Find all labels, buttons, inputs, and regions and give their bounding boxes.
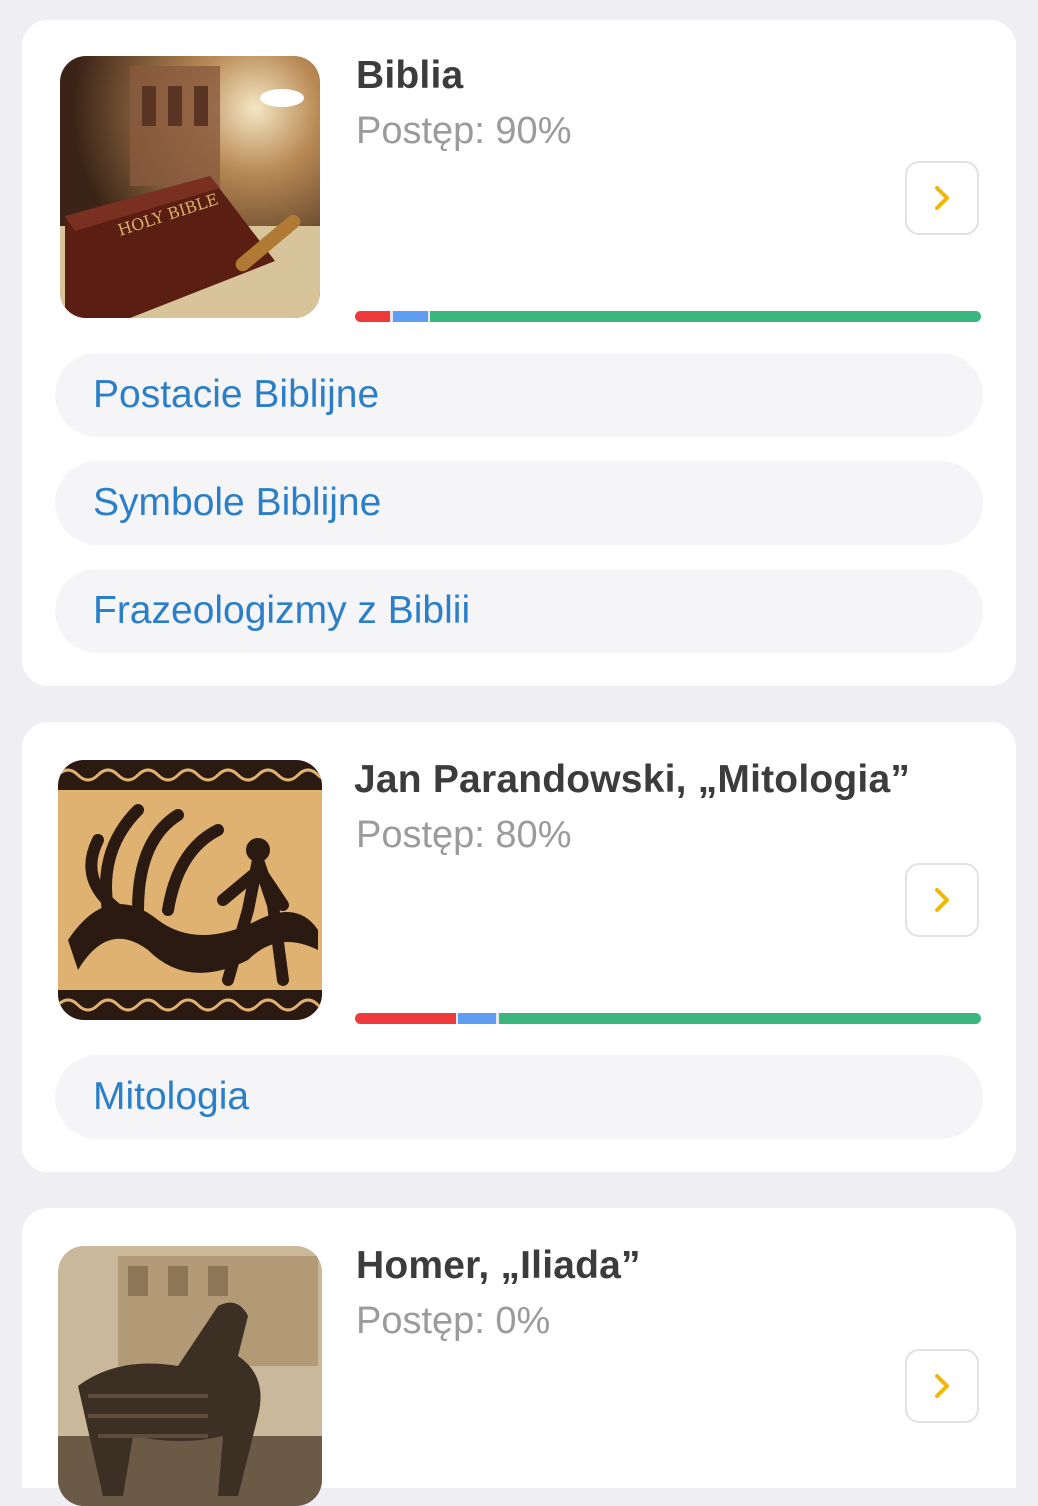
trojan-horse-image	[58, 1246, 322, 1506]
course-title: Biblia	[356, 54, 464, 97]
course-card-iliada[interactable]: Homer, „Iliada” Postęp: 0%	[22, 1208, 1016, 1506]
topic-link[interactable]: Symbole Biblijne	[55, 461, 983, 545]
progress-segment-red	[355, 1013, 456, 1024]
chevron-right-icon	[935, 1374, 949, 1398]
course-title: Homer, „Iliada”	[356, 1244, 641, 1287]
progress-segment-blue	[392, 311, 428, 322]
progress-bar	[355, 1013, 981, 1024]
course-card-biblia[interactable]: HOLY BIBLE Biblia Postęp: 90% Postacie B…	[22, 20, 1016, 686]
progress-segment-green	[498, 1013, 981, 1024]
progress-label: Postęp: 90%	[356, 110, 572, 152]
open-course-button[interactable]	[905, 161, 979, 235]
progress-bar	[355, 311, 981, 322]
hydra-image	[58, 760, 322, 1020]
course-title: Jan Parandowski, „Mitologia”	[354, 758, 911, 801]
chevron-right-icon	[935, 888, 949, 912]
open-course-button[interactable]	[905, 863, 979, 937]
open-course-button[interactable]	[905, 1349, 979, 1423]
course-card-mitologia[interactable]: Jan Parandowski, „Mitologia” Postęp: 80%…	[22, 722, 1016, 1172]
progress-segment-green	[430, 311, 981, 322]
chevron-right-icon	[935, 186, 949, 210]
progress-label: Postęp: 0%	[356, 1300, 551, 1342]
progress-segment-red	[355, 311, 391, 322]
bible-image: HOLY BIBLE	[60, 56, 320, 318]
topic-link[interactable]: Frazeologizmy z Biblii	[55, 569, 983, 653]
topic-link[interactable]: Mitologia	[55, 1055, 983, 1139]
progress-segment-blue	[458, 1013, 497, 1024]
progress-label: Postęp: 80%	[356, 814, 572, 856]
topic-link[interactable]: Postacie Biblijne	[55, 353, 983, 437]
